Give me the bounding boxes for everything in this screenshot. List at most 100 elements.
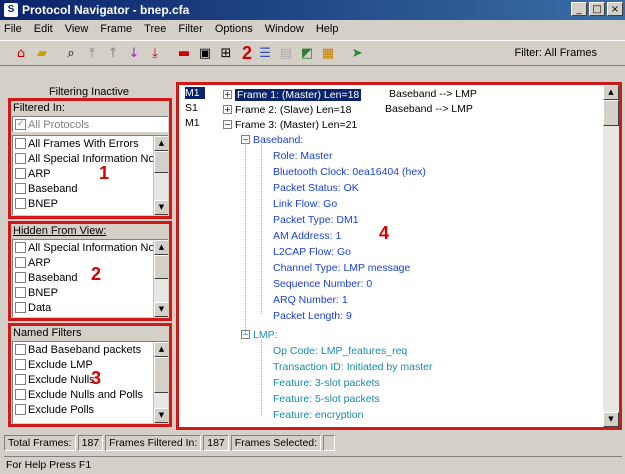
home-icon[interactable]: ⌂ xyxy=(12,44,30,62)
frame-id[interactable]: S1 xyxy=(185,102,205,114)
named-filters-scrollbar[interactable]: ▲ ▼ xyxy=(153,342,168,423)
open-folder-icon[interactable]: ▰ xyxy=(33,44,51,62)
previous-frame-icon[interactable]: ↑ xyxy=(104,44,122,62)
scroll-up-icon[interactable]: ▲ xyxy=(154,240,168,255)
find-icon[interactable]: ⌕ xyxy=(62,44,80,62)
checkbox[interactable] xyxy=(15,168,26,179)
checkbox-checked-icon[interactable]: ✓ xyxy=(15,119,26,130)
tree-field[interactable]: Packet Length: 9 xyxy=(273,308,352,323)
checkbox[interactable] xyxy=(15,138,26,149)
tree-node-frame-2[interactable]: + Frame 2: (Slave) Len=18 xyxy=(223,102,351,117)
checkbox[interactable] xyxy=(15,242,26,253)
menu-filter[interactable]: Filter xyxy=(178,23,202,35)
scroll-down-icon[interactable]: ▼ xyxy=(154,200,168,215)
checkbox[interactable] xyxy=(15,359,26,370)
tree-field[interactable]: L2CAP Flow: Go xyxy=(273,244,351,259)
menu-view[interactable]: View xyxy=(65,23,89,35)
disabled-tool-icon[interactable]: ▤ xyxy=(277,44,295,62)
scroll-thumb[interactable] xyxy=(154,255,168,279)
list-item[interactable]: Bad Baseband packets xyxy=(13,342,168,357)
tree-field[interactable]: Channel Type: LMP message xyxy=(273,260,410,275)
frame-id[interactable]: M1 xyxy=(185,87,205,99)
scroll-up-icon[interactable]: ▲ xyxy=(154,136,168,151)
list-item[interactable]: Baseband xyxy=(13,181,168,196)
checkbox[interactable] xyxy=(15,257,26,268)
close-button[interactable]: × xyxy=(607,2,623,16)
tree-field[interactable]: Role: Master xyxy=(273,148,333,163)
collapse-minus-icon[interactable]: − xyxy=(241,330,250,339)
checkbox[interactable] xyxy=(15,344,26,355)
filtered-in-scrollbar[interactable]: ▲ ▼ xyxy=(153,136,168,215)
expand-plus-icon[interactable]: + xyxy=(223,105,232,114)
tree-node-lmp[interactable]: − LMP: xyxy=(241,327,278,342)
list-item[interactable]: ARP xyxy=(13,166,168,181)
tree-field[interactable]: Packet Status: OK xyxy=(273,180,359,195)
menu-file[interactable]: File xyxy=(4,23,22,35)
scroll-down-icon[interactable]: ▼ xyxy=(603,412,619,427)
hidden-from-view-scrollbar[interactable]: ▲ ▼ xyxy=(153,240,168,317)
frame-id[interactable]: M1 xyxy=(185,117,205,129)
scroll-up-icon[interactable]: ▲ xyxy=(154,342,168,357)
checkbox[interactable] xyxy=(15,183,26,194)
menu-help[interactable]: Help xyxy=(316,23,339,35)
tree-node-baseband[interactable]: − Baseband: xyxy=(241,132,303,147)
list-item[interactable]: BNEP xyxy=(13,196,168,211)
scroll-down-icon[interactable]: ▼ xyxy=(154,302,168,317)
menu-edit[interactable]: Edit xyxy=(34,23,53,35)
list-item[interactable]: Data xyxy=(13,300,168,315)
scroll-thumb[interactable] xyxy=(603,100,619,126)
scroll-up-icon[interactable]: ▲ xyxy=(603,85,619,100)
tree-scrollbar[interactable]: ▲ ▼ xyxy=(603,85,619,427)
filter-list-icon[interactable]: ☰ xyxy=(256,44,274,62)
list-item[interactable]: Exclude Nulls and Polls xyxy=(13,387,168,402)
list-item-all-protocols[interactable]: ✓ All Protocols xyxy=(13,117,168,132)
menu-frame[interactable]: Frame xyxy=(100,23,132,35)
tree-field[interactable]: Sequence Number: 0 xyxy=(273,276,372,291)
expand-icon[interactable]: ⊞ xyxy=(217,44,235,62)
checkbox[interactable] xyxy=(15,153,26,164)
view-tool-icon[interactable]: ▦ xyxy=(319,44,337,62)
tree-field[interactable]: Feature: encryption xyxy=(273,407,363,422)
checkbox[interactable] xyxy=(15,287,26,298)
color-tool-icon[interactable]: ◩ xyxy=(298,44,316,62)
collapse-minus-icon[interactable]: − xyxy=(223,120,232,129)
tree-field[interactable]: Transaction ID: Initiated by master xyxy=(273,359,433,374)
list-item[interactable]: All Frames With Errors xyxy=(13,136,168,151)
next-frame-icon[interactable]: ↓ xyxy=(125,44,143,62)
scroll-thumb[interactable] xyxy=(154,357,168,393)
checkbox[interactable] xyxy=(15,389,26,400)
scroll-down-icon[interactable]: ▼ xyxy=(154,408,168,423)
expand-plus-icon[interactable]: + xyxy=(223,90,232,99)
maximize-button[interactable]: □ xyxy=(589,2,605,16)
apply-filter-icon[interactable]: ➤ xyxy=(348,44,366,62)
menu-tree[interactable]: Tree xyxy=(144,23,166,35)
list-item[interactable]: BNEP xyxy=(13,285,168,300)
checkbox[interactable] xyxy=(15,272,26,283)
highlight-icon[interactable]: ▬ xyxy=(175,44,193,62)
menu-window[interactable]: Window xyxy=(265,23,304,35)
save-icon[interactable]: ▣ xyxy=(196,44,214,62)
menu-options[interactable]: Options xyxy=(215,23,253,35)
checkbox[interactable] xyxy=(15,404,26,415)
tree-field[interactable]: Bluetooth Clock: 0ea16404 (hex) xyxy=(273,164,426,179)
tree-node-frame-3[interactable]: − Frame 3: (Master) Len=21 xyxy=(223,117,357,132)
minimize-button[interactable]: _ xyxy=(571,2,587,16)
tree-field[interactable]: AM Address: 1 xyxy=(273,228,341,243)
tree-field[interactable]: Packet Type: DM1 xyxy=(273,212,359,227)
tree-field[interactable]: Link Flow: Go xyxy=(273,196,337,211)
last-frame-icon[interactable]: ⤓ xyxy=(146,44,164,62)
first-frame-icon[interactable]: ⤒ xyxy=(83,44,101,62)
list-item[interactable]: All Special Information Nodes xyxy=(13,151,168,166)
tree-field[interactable]: ARQ Number: 1 xyxy=(273,292,348,307)
collapse-minus-icon[interactable]: − xyxy=(241,135,250,144)
list-item[interactable]: All Special Information Nodes xyxy=(13,240,168,255)
checkbox[interactable] xyxy=(15,198,26,209)
list-item[interactable]: Exclude Polls xyxy=(13,402,168,417)
tree-node-frame-1[interactable]: + Frame 1: (Master) Len=18 xyxy=(223,87,362,102)
tree-field[interactable]: Feature: 3-slot packets xyxy=(273,375,380,390)
checkbox[interactable] xyxy=(15,374,26,385)
scroll-thumb[interactable] xyxy=(154,151,168,173)
tree-field[interactable]: Op Code: LMP_features_req xyxy=(273,343,407,358)
tree-field[interactable]: Feature: 5-slot packets xyxy=(273,391,380,406)
checkbox[interactable] xyxy=(15,302,26,313)
